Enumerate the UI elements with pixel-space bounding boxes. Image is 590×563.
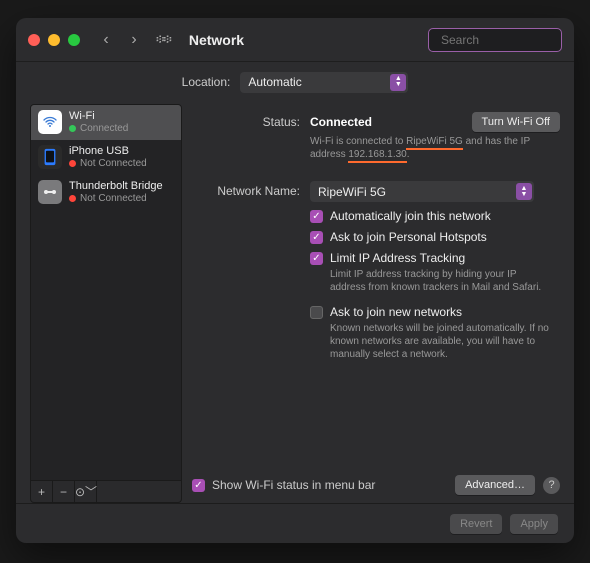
search-field[interactable] [428, 28, 562, 52]
revert-button[interactable]: Revert [450, 514, 502, 534]
service-list-footer: + − ⊙﹀ [30, 481, 182, 503]
search-input[interactable] [441, 33, 574, 47]
add-service-button[interactable]: + [31, 481, 53, 503]
status-help-text: Wi-Fi is connected to RipeWiFi 5G and ha… [310, 135, 560, 161]
location-select[interactable]: Automatic ▲▼ [240, 72, 408, 93]
bottom-bar: Revert Apply [16, 503, 574, 543]
window-title: Network [189, 32, 420, 48]
status-dot-icon [69, 195, 76, 202]
auto-join-checkbox[interactable]: ✓ Automatically join this network [310, 209, 560, 223]
menubar-checkbox[interactable]: ✓ [192, 479, 205, 492]
detail-panel: Status: Connected Turn Wi-Fi Off Wi-Fi i… [192, 104, 560, 503]
checkbox-icon: ✓ [310, 210, 323, 223]
location-value: Automatic [248, 75, 301, 89]
location-row: Location: Automatic ▲▼ [16, 62, 574, 102]
menubar-label: Show Wi-Fi status in menu bar [212, 478, 375, 492]
ip-address: 192.168.1.30 [348, 149, 406, 163]
checkbox-icon [310, 306, 323, 319]
sidebar-item-label: iPhone USB [69, 145, 147, 157]
remove-service-button[interactable]: − [53, 481, 75, 503]
status-dot-icon [69, 125, 76, 132]
forward-button[interactable]: › [124, 30, 144, 50]
close-icon[interactable] [28, 34, 40, 46]
apply-button[interactable]: Apply [510, 514, 558, 534]
help-button[interactable]: ? [543, 477, 560, 494]
hotspot-checkbox[interactable]: ✓ Ask to join Personal Hotspots [310, 230, 560, 244]
sidebar-item-wifi[interactable]: Wi-Fi Connected [31, 105, 181, 140]
service-list: Wi-Fi Connected iPhone USB Not Connected [30, 104, 182, 481]
wifi-icon [38, 110, 62, 134]
show-all-icon[interactable]: ፨፨ [156, 32, 171, 47]
connected-network-name: RipeWiFi 5G [406, 136, 463, 150]
network-name-label: Network Name: [192, 181, 310, 361]
sidebar-item-label: Thunderbolt Bridge [69, 180, 163, 192]
updown-icon: ▲▼ [516, 183, 532, 200]
network-preferences-window: ‹ › ፨፨ Network Location: Automatic ▲▼ Wi… [16, 18, 574, 543]
back-button[interactable]: ‹ [96, 30, 116, 50]
ask-new-checkbox[interactable]: Ask to join new networks [310, 305, 560, 319]
network-name-value: RipeWiFi 5G [318, 185, 386, 199]
sidebar-item-iphone-usb[interactable]: iPhone USB Not Connected [31, 140, 181, 175]
titlebar: ‹ › ፨፨ Network [16, 18, 574, 62]
thunderbolt-icon [38, 180, 62, 204]
service-actions-button[interactable]: ⊙﹀ [75, 481, 97, 503]
traffic-lights [28, 34, 80, 46]
service-sidebar: Wi-Fi Connected iPhone USB Not Connected [30, 104, 182, 503]
sidebar-item-label: Wi-Fi [69, 110, 128, 122]
panel-footer: ✓ Show Wi-Fi status in menu bar Advanced… [192, 473, 560, 503]
checkbox-icon: ✓ [310, 252, 323, 265]
minimize-icon[interactable] [48, 34, 60, 46]
status-value: Connected [310, 115, 372, 129]
limit-ip-checkbox[interactable]: ✓ Limit IP Address Tracking [310, 251, 560, 265]
phone-icon [38, 145, 62, 169]
checkbox-icon: ✓ [310, 231, 323, 244]
status-label: Status: [192, 112, 310, 161]
network-name-select[interactable]: RipeWiFi 5G ▲▼ [310, 181, 534, 202]
updown-icon: ▲▼ [390, 74, 406, 91]
ask-new-help: Known networks will be joined automatica… [310, 322, 560, 361]
location-label: Location: [182, 75, 231, 89]
sidebar-item-thunderbolt[interactable]: Thunderbolt Bridge Not Connected [31, 175, 181, 210]
limit-ip-help: Limit IP address tracking by hiding your… [310, 268, 560, 294]
status-dot-icon [69, 160, 76, 167]
zoom-icon[interactable] [68, 34, 80, 46]
advanced-button[interactable]: Advanced… [455, 475, 535, 495]
wifi-toggle-button[interactable]: Turn Wi-Fi Off [472, 112, 560, 132]
